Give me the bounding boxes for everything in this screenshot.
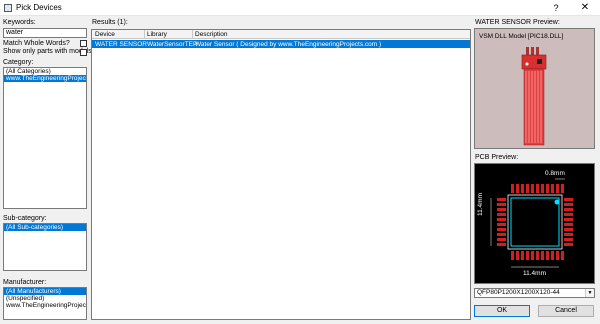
- manufacturer-label: Manufacturer:: [3, 279, 47, 286]
- pcb-dim-bottom: 11.4mm: [523, 270, 546, 277]
- results-table[interactable]: Device Library Description WATER SENSOR …: [91, 29, 471, 320]
- cancel-button[interactable]: Cancel: [538, 305, 594, 317]
- package-select[interactable]: QFP80P1200X1200X120-44 ▼: [474, 288, 595, 298]
- device-preview: VSM DLL Model [PIC18.DLL]: [474, 28, 595, 149]
- results-label: Results (1):: [92, 19, 128, 26]
- category-label: Category:: [3, 59, 34, 66]
- table-row[interactable]: WATER SENSOR WaterSensorTEP Water Sensor…: [92, 40, 470, 48]
- app-icon: [4, 4, 12, 12]
- package-select-value: QFP80P1200X1200X120-44: [477, 289, 560, 296]
- ok-button[interactable]: OK: [474, 305, 530, 317]
- manufacturer-item[interactable]: (Unspecified): [4, 295, 86, 302]
- category-item[interactable]: (All Categories): [4, 68, 86, 75]
- manufacturer-item[interactable]: www.TheEngineeringProjects.co: [4, 302, 86, 309]
- window-title: Pick Devices: [16, 3, 62, 12]
- pcb-preview: 0.8mm 11.4mm 11.4mm: [474, 163, 595, 284]
- category-item-selected[interactable]: www.TheEngineeringProjects.co: [4, 75, 86, 82]
- results-header: Device Library Description: [92, 30, 470, 39]
- show-models-checkbox[interactable]: [80, 49, 87, 56]
- manufacturer-list[interactable]: (All Manufacturers) (Unspecified) www.Th…: [3, 287, 87, 320]
- subcategory-item-selected[interactable]: (All Sub-categories): [4, 224, 86, 231]
- cell-device: WATER SENSOR: [95, 40, 148, 48]
- subcategory-list[interactable]: (All Sub-categories): [3, 223, 87, 271]
- keywords-input[interactable]: water: [3, 28, 87, 38]
- column-device[interactable]: Device: [95, 31, 115, 38]
- column-library[interactable]: Library: [147, 31, 167, 38]
- match-whole-words-checkbox[interactable]: [80, 40, 87, 47]
- water-sensor-graphic: [521, 47, 547, 146]
- cell-library: WaterSensorTEP: [147, 40, 198, 48]
- pcb-dim-top: 0.8mm: [545, 170, 565, 177]
- pcb-dim-side: 11.4mm: [477, 193, 484, 216]
- preview-label: WATER SENSOR Preview:: [475, 19, 560, 26]
- column-description[interactable]: Description: [195, 31, 228, 38]
- keywords-label: Keywords:: [3, 19, 36, 26]
- close-button[interactable]: ✕: [572, 0, 598, 16]
- chevron-down-icon[interactable]: ▼: [585, 289, 594, 297]
- manufacturer-item-selected[interactable]: (All Manufacturers): [4, 288, 86, 295]
- cell-description: Water Sensor ( Designed by www.TheEngine…: [195, 40, 382, 48]
- category-list[interactable]: (All Categories) www.TheEngineeringProje…: [3, 67, 87, 209]
- subcategory-label: Sub-category:: [3, 215, 47, 222]
- match-whole-words-label: Match Whole Words?: [3, 40, 70, 47]
- pcb-preview-label: PCB Preview:: [475, 154, 519, 161]
- pcb-footprint-graphic: [490, 178, 573, 268]
- help-button[interactable]: ?: [545, 0, 567, 16]
- title-bar: Pick Devices ? ✕: [0, 0, 600, 16]
